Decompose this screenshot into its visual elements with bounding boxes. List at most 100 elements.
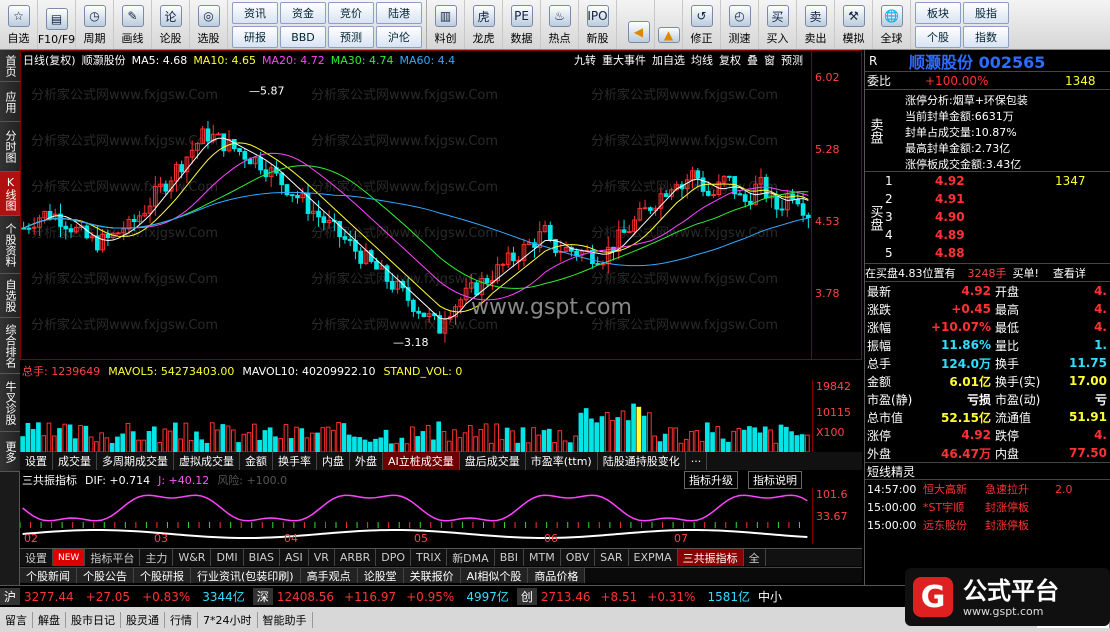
ind-tab-3[interactable]: 主力: [140, 549, 174, 566]
back-button[interactable]: ◀: [623, 0, 655, 49]
toolbar-mid-btn-2[interactable]: PE 数据: [503, 0, 541, 49]
short-line-genie[interactable]: 短线精灵: [865, 463, 915, 480]
toolbar-btn-1[interactable]: ▤ F10/F9: [38, 0, 76, 49]
alert-row[interactable]: 15:00:00 远东股份 封涨停板: [865, 516, 1110, 534]
bottom-link-4[interactable]: 行情: [165, 611, 198, 628]
toolbar-right-btn-2[interactable]: 买买入: [759, 0, 797, 49]
toolbar-board-btn[interactable]: 个股: [915, 26, 961, 48]
chart-btn-5[interactable]: 叠: [745, 52, 760, 68]
toolbar-right-btn-4[interactable]: ⚒ 模拟: [835, 0, 873, 49]
bottom-link-1[interactable]: 解盘: [33, 611, 66, 628]
toolbar-btn-3[interactable]: ✎ 画线: [114, 0, 152, 49]
info-tab-5[interactable]: 论股堂: [357, 568, 404, 583]
vol-tab-5[interactable]: 换手率: [273, 452, 317, 470]
vol-tab-3[interactable]: 虚拟成交量: [174, 452, 240, 470]
ind-tab-19[interactable]: 全: [744, 549, 766, 566]
toolbar-board-btn[interactable]: 股指: [963, 2, 1009, 24]
vol-tab-2[interactable]: 多周期成交量: [97, 452, 174, 470]
chart-btn-6[interactable]: 窗: [762, 52, 777, 68]
ind-tab-15[interactable]: OBV: [561, 549, 596, 566]
ind-tab-0[interactable]: 设置: [20, 549, 53, 566]
up-down-buttons[interactable]: ▲: [655, 0, 683, 49]
toolbar-grid-btn[interactable]: 研报: [232, 26, 278, 48]
ind-tab-17[interactable]: EXPMA: [629, 549, 678, 566]
alert-row[interactable]: 14:57:00 恒大高新 急速拉升 2.0: [865, 480, 1110, 498]
chart-btn-1[interactable]: 重大事件: [600, 52, 648, 68]
ind-tab-9[interactable]: ARBR: [335, 549, 377, 566]
vol-tab-7[interactable]: 外盘: [350, 452, 383, 470]
ind-tab-16[interactable]: SAR: [595, 549, 629, 566]
chart-btn-7[interactable]: 预测: [779, 52, 805, 68]
toolbar-btn-2[interactable]: ◷ 周期: [76, 0, 114, 49]
toolbar-board-btn[interactable]: 板块: [915, 2, 961, 24]
ind-tab-2[interactable]: 指标平台: [85, 549, 141, 566]
vol-tab-10[interactable]: 市盈率(ttm): [526, 452, 598, 470]
ind-tab-13[interactable]: BBI: [495, 549, 525, 566]
info-tab-8[interactable]: 商品价格: [528, 568, 586, 583]
ind-tab-8[interactable]: VR: [309, 549, 335, 566]
vol-tab-12[interactable]: ···: [686, 452, 708, 470]
ind-tab-6[interactable]: BIAS: [244, 549, 280, 566]
toolbar-grid-btn[interactable]: 沪伦: [376, 26, 422, 48]
vol-tab-8[interactable]: AI立桩成交量: [383, 452, 460, 470]
left-tab-4[interactable]: 个股资料: [0, 216, 20, 274]
toolbar-grid-btn[interactable]: 竞价: [328, 2, 374, 24]
toolbar-grid-btn[interactable]: 陆港: [376, 2, 422, 24]
info-tab-3[interactable]: 行业资讯(包装印刷): [191, 568, 301, 583]
kline-chart[interactable]: 日线(复权) 顺灏股份 MA5: 4.68 MA10: 4.65 MA20: 4.7…: [20, 50, 862, 360]
bottom-link-3[interactable]: 股灵通: [121, 611, 165, 628]
chart-btn-4[interactable]: 复权: [717, 52, 743, 68]
ind-tab-5[interactable]: DMI: [211, 549, 244, 566]
left-tab-8[interactable]: 更多: [0, 432, 20, 472]
toolbar-right-btn-1[interactable]: ◴ 测速: [721, 0, 759, 49]
vol-tab-4[interactable]: 金额: [240, 452, 273, 470]
info-tab-0[interactable]: 个股新闻: [20, 568, 77, 583]
left-tab-6[interactable]: 综合排名: [0, 318, 20, 374]
info-tab-7[interactable]: AI相似个股: [460, 568, 529, 583]
ind-help-button[interactable]: 指标说明: [748, 471, 802, 489]
left-tab-7[interactable]: 牛叉诊股: [0, 374, 20, 432]
ind-tab-7[interactable]: ASI: [280, 549, 309, 566]
info-tab-4[interactable]: 高手观点: [300, 568, 358, 583]
ind-upgrade-button[interactable]: 指标升级: [684, 471, 738, 489]
toolbar-grid-btn[interactable]: 资讯: [232, 2, 278, 24]
vol-tab-1[interactable]: 成交量: [53, 452, 97, 470]
toolbar-btn-4[interactable]: 论论股: [152, 0, 190, 49]
chart-btn-2[interactable]: 加自选: [650, 52, 687, 68]
bottom-link-6[interactable]: 智能助手: [258, 611, 313, 628]
ind-tab-4[interactable]: W&R: [173, 549, 212, 566]
left-tab-0[interactable]: 首页: [0, 50, 20, 82]
vol-tab-6[interactable]: 内盘: [317, 452, 350, 470]
info-tab-2[interactable]: 个股研报: [134, 568, 191, 583]
info-tab-6[interactable]: 关联报价: [403, 568, 461, 583]
toolbar-grid-btn[interactable]: 资金: [280, 2, 326, 24]
info-tab-1[interactable]: 个股公告: [77, 568, 134, 583]
toolbar-grid-btn[interactable]: 预测: [328, 26, 374, 48]
inbuy-detail-link[interactable]: 查看详: [1053, 265, 1086, 281]
left-tab-5[interactable]: 自选股: [0, 274, 20, 318]
chart-btn-0[interactable]: 九转: [572, 52, 598, 68]
bottom-link-5[interactable]: 7*24小时: [198, 611, 258, 628]
ind-tab-11[interactable]: TRIX: [411, 549, 448, 566]
toolbar-mid-btn-4[interactable]: IPO 新股: [579, 0, 617, 49]
ind-tab-12[interactable]: 新DMA: [447, 549, 495, 566]
toolbar-grid-btn[interactable]: BBD: [280, 26, 326, 48]
ind-tab-1[interactable]: NEW: [53, 549, 86, 566]
toolbar-btn-0[interactable]: ☆ 自选: [0, 0, 38, 49]
ind-tab-14[interactable]: MTM: [524, 549, 561, 566]
alert-row[interactable]: 15:00:00 *ST宇顺 封涨停板: [865, 498, 1110, 516]
ind-tab-10[interactable]: DPO: [376, 549, 412, 566]
bottom-link-0[interactable]: 留言: [0, 611, 33, 628]
vol-tab-11[interactable]: 陆股通持股变化: [598, 452, 686, 470]
vol-tab-0[interactable]: 设置: [20, 452, 53, 470]
toolbar-mid-btn-1[interactable]: 虎龙虎: [465, 0, 503, 49]
toolbar-mid-btn-3[interactable]: ♨ 热点: [541, 0, 579, 49]
bottom-link-2[interactable]: 股市日记: [66, 611, 121, 628]
toolbar-right-btn-3[interactable]: 卖卖出: [797, 0, 835, 49]
ind-tab-18[interactable]: 三共振指标: [677, 549, 744, 566]
period-label[interactable]: 日线(复权): [23, 52, 76, 68]
toolbar-board-btn[interactable]: 指数: [963, 26, 1009, 48]
toolbar-mid-btn-0[interactable]: ▥ 料创: [427, 0, 465, 49]
toolbar-btn-5[interactable]: ◎ 选股: [190, 0, 228, 49]
left-tab-2[interactable]: 分时图: [0, 122, 20, 172]
